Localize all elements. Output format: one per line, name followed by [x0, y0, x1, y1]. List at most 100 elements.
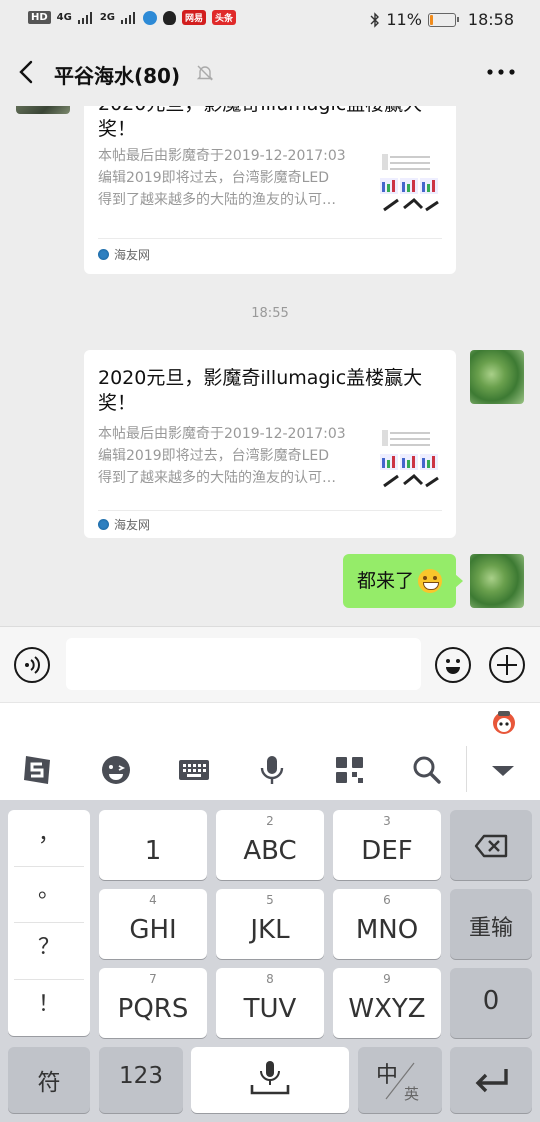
link-card-message[interactable]: 2020元旦，影魔奇illumagic盖楼赢大奖！ 本帖最后由影魔奇于2019-…: [84, 350, 456, 538]
key-number: 5: [266, 893, 274, 907]
key-1[interactable]: 1: [99, 810, 207, 880]
voice-toggle-button[interactable]: [14, 647, 50, 683]
signal-2g: 2G: [99, 12, 116, 23]
key-label: 0: [482, 986, 500, 1016]
key-number: 9: [383, 972, 391, 986]
key-label: MNO: [355, 915, 419, 945]
ime-toolbar: [0, 740, 540, 800]
key-label: 重输: [468, 916, 513, 941]
backspace-icon: [474, 834, 508, 858]
backspace-key[interactable]: [450, 810, 532, 880]
card-desc-line: 编辑2019即将过去，台湾影魔奇LED: [98, 170, 330, 186]
key-5-jkl[interactable]: 5 JKL: [216, 889, 324, 959]
key-label: PQRS: [117, 994, 189, 1024]
card-title: 2020元旦，影魔奇illumagic盖楼赢大奖！: [98, 106, 422, 140]
key-comma[interactable]: ，: [8, 810, 90, 865]
key-9-wxyz[interactable]: 9 WXYZ: [333, 968, 441, 1038]
key-label: GHI: [129, 915, 177, 945]
toolbar-divider: [466, 746, 467, 792]
more-actions-button[interactable]: [489, 647, 525, 683]
message-timestamp: 18:55: [251, 306, 289, 321]
smiley-icon: [446, 659, 460, 674]
apps-grid-icon[interactable]: [333, 754, 367, 786]
card-divider: [98, 238, 442, 239]
message-input[interactable]: [66, 638, 421, 690]
key-label: 符: [37, 1070, 61, 1096]
symbol-key[interactable]: 符: [8, 1047, 90, 1113]
key-number: 2: [266, 814, 274, 828]
sogou-mascot-icon[interactable]: [490, 709, 518, 735]
input-bar: [0, 626, 540, 702]
key-exclaim[interactable]: ！: [8, 980, 90, 1035]
key-question[interactable]: ？: [8, 923, 90, 978]
card-desc-line: 本帖最后由影魔奇于2019-12-2017:03: [98, 148, 346, 164]
key-3-def[interactable]: 3 DEF: [333, 810, 441, 880]
key-6-mno[interactable]: 6 MNO: [333, 889, 441, 959]
key-period[interactable]: 。: [8, 866, 90, 921]
avatar[interactable]: [470, 554, 524, 608]
keyboard-icon[interactable]: [177, 754, 211, 786]
message-list[interactable]: 2020元旦，影魔奇illumagic盖楼赢大奖！ 本帖最后由影魔奇于2019-…: [0, 106, 540, 624]
enter-key[interactable]: [450, 1047, 532, 1113]
enter-icon: [475, 1069, 508, 1093]
emoji-icon[interactable]: [99, 754, 133, 786]
sogou-logo-icon[interactable]: [20, 754, 54, 786]
key-7-pqrs[interactable]: 7 PQRS: [99, 968, 207, 1038]
status-right: 11% 18:58: [370, 10, 514, 29]
card-source: 海友网: [98, 516, 150, 533]
card-desc-line: 本帖最后由影魔奇于2019-12-2017:03: [98, 426, 346, 442]
number-mode-key[interactable]: 123: [99, 1047, 183, 1113]
collapse-icon[interactable]: [486, 754, 520, 786]
search-icon[interactable]: [410, 754, 444, 786]
voice-icon: [25, 656, 40, 674]
card-title: 2020元旦，影魔奇illumagic盖楼赢大奖！: [98, 367, 423, 414]
toutiao-badge: 头条: [212, 10, 237, 25]
key-sublabel: 英: [404, 1085, 420, 1103]
bell-muted-icon: [196, 65, 214, 81]
browser-icon: [143, 10, 158, 25]
card-description: 本帖最后由影魔奇于2019-12-2017:03 编辑2019即将过去，台湾影魔…: [98, 423, 366, 489]
reenter-key[interactable]: 重输: [450, 889, 532, 959]
hd-indicator: HD: [28, 11, 51, 24]
key-2-abc[interactable]: 2 ABC: [216, 810, 324, 880]
key-label: ABC: [243, 836, 297, 866]
battery-percent: 11%: [386, 10, 422, 29]
key-4-ghi[interactable]: 4 GHI: [99, 889, 207, 959]
key-number: 4: [149, 893, 157, 907]
key-label: WXYZ: [348, 994, 426, 1024]
space-key[interactable]: [191, 1047, 349, 1113]
language-switch-key[interactable]: 中 英: [358, 1047, 442, 1113]
battery-icon: [427, 12, 459, 27]
emoji-button[interactable]: [435, 647, 471, 683]
source-name: 海友网: [114, 518, 151, 532]
card-description: 本帖最后由影魔奇于2019-12-2017:03 编辑2019即将过去，台湾影魔…: [98, 145, 366, 211]
microphone-icon: [250, 1061, 290, 1095]
card-desc-line: 得到了越来越多的大陆的渔友的认可…: [98, 192, 336, 208]
key-8-tuv[interactable]: 8 TUV: [216, 968, 324, 1038]
ellipsis-icon[interactable]: [484, 62, 518, 82]
text-message-bubble[interactable]: 都来了: [342, 554, 464, 608]
card-desc-line: 编辑2019即将过去，台湾影魔奇LED: [98, 448, 330, 464]
clock: 18:58: [467, 10, 514, 29]
signal-4g: 4G: [56, 12, 72, 23]
card-thumbnail: [378, 150, 442, 214]
key-number: 8: [266, 972, 274, 986]
status-bar: HD 4G 2G 网易 头条 11% 18:58: [0, 0, 540, 40]
source-name: 海友网: [114, 248, 151, 262]
key-label: 1: [144, 836, 162, 866]
key-number: 6: [383, 893, 391, 907]
status-left: HD 4G 2G 网易 头条: [28, 10, 237, 25]
link-card-message[interactable]: 2020元旦，影魔奇illumagic盖楼赢大奖！ 本帖最后由影魔奇于2019-…: [84, 106, 456, 274]
chat-header: 平谷海水(80): [0, 40, 540, 106]
chevron-left-icon[interactable]: [16, 60, 38, 84]
qq-icon: [163, 10, 177, 25]
microphone-icon[interactable]: [255, 754, 289, 786]
avatar[interactable]: [470, 350, 524, 404]
avatar[interactable]: [16, 106, 70, 114]
punctuation-column[interactable]: ， 。 ？ ！: [8, 810, 90, 1036]
chat-title: 平谷海水(80): [54, 64, 181, 88]
netease-badge: 网易: [182, 10, 207, 25]
key-0[interactable]: 0: [450, 968, 532, 1038]
key-number: 3: [383, 814, 391, 828]
card-source: 海友网: [98, 246, 150, 263]
